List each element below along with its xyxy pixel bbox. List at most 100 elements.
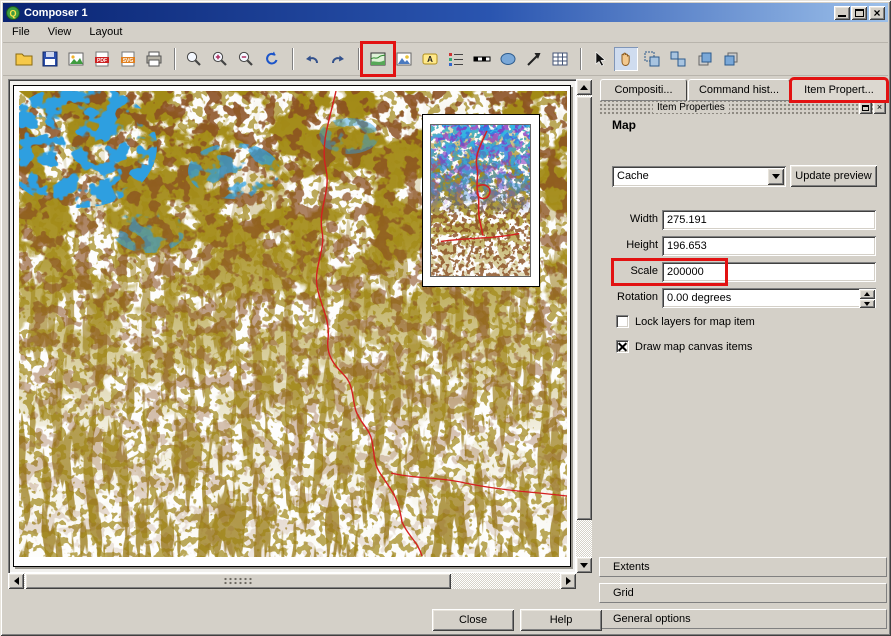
scale-input[interactable] [662, 262, 876, 282]
ungroup-items-button[interactable] [666, 47, 690, 71]
svg-text:PDF: PDF [97, 58, 107, 64]
ungroup-items-icon [669, 50, 687, 68]
draw-canvas-items-checkbox[interactable] [616, 340, 629, 353]
save-project-icon [41, 50, 59, 68]
tab-composition-label: Compositi... [614, 84, 672, 96]
scroll-left-button[interactable] [8, 573, 24, 589]
canvas-vertical-scrollbar[interactable] [576, 79, 592, 573]
tab-command-history[interactable]: Command hist... [688, 79, 790, 101]
overview-map-item[interactable] [422, 114, 540, 287]
composition-canvas[interactable] [8, 79, 576, 573]
add-image-button[interactable] [392, 47, 416, 71]
refresh-view-button[interactable] [260, 47, 284, 71]
export-as-image-icon [67, 50, 85, 68]
menu-view[interactable]: View [39, 23, 81, 41]
menu-layout[interactable]: Layout [80, 23, 131, 41]
save-project-button[interactable] [38, 47, 62, 71]
chevron-down-icon [772, 174, 780, 179]
svg-text:A: A [427, 55, 433, 64]
zoom-out-button[interactable] [234, 47, 258, 71]
add-legend-icon [447, 50, 465, 68]
height-input[interactable] [662, 236, 876, 256]
lock-layers-checkbox[interactable] [616, 315, 629, 328]
scroll-down-button[interactable] [576, 557, 592, 573]
print-icon [145, 50, 163, 68]
close-button-label: Close [459, 614, 487, 626]
rotation-input[interactable] [662, 288, 876, 308]
rotation-spin-down-button[interactable] [859, 299, 875, 308]
add-label-button[interactable]: A [418, 47, 442, 71]
vertical-scroll-thumb[interactable] [576, 96, 592, 520]
add-arrow-button[interactable] [522, 47, 546, 71]
toolbar-separator [292, 48, 294, 70]
dock-float-button[interactable] [859, 101, 872, 114]
move-item-content-button[interactable] [614, 47, 638, 71]
toolbar-separator [358, 48, 360, 70]
arrow-up-icon [580, 85, 588, 90]
toolbar: PDF SVG A [3, 43, 888, 76]
tab-composition[interactable]: Compositi... [600, 79, 687, 101]
window-title: Composer 1 [24, 7, 833, 19]
add-attribute-table-button[interactable] [548, 47, 572, 71]
add-basic-shape-icon [499, 50, 517, 68]
canvas-horizontal-scrollbar[interactable] [8, 573, 576, 589]
group-items-button[interactable] [640, 47, 664, 71]
group-items-icon [643, 50, 661, 68]
menu-file[interactable]: File [3, 23, 39, 41]
scroll-up-button[interactable] [576, 79, 592, 95]
raise-selected-items-button[interactable] [692, 47, 716, 71]
app-icon: Q [6, 6, 20, 20]
check-x-icon [618, 342, 627, 351]
undo-button[interactable] [300, 47, 324, 71]
section-extents[interactable]: Extents [599, 557, 887, 577]
minimize-button[interactable] [834, 6, 850, 20]
close-icon: × [873, 7, 880, 19]
scale-label: Scale [598, 265, 658, 277]
open-template-button[interactable] [12, 47, 36, 71]
section-grid[interactable]: Grid [599, 583, 887, 603]
tab-item-properties[interactable]: Item Propert... [791, 79, 887, 101]
dock-title: Item Properties [653, 102, 729, 113]
zoom-in-icon [211, 50, 229, 68]
tab-command-history-label: Command hist... [699, 84, 779, 96]
export-as-pdf-icon: PDF [93, 50, 111, 68]
export-as-pdf-button[interactable]: PDF [90, 47, 114, 71]
print-button[interactable] [142, 47, 166, 71]
export-as-image-button[interactable] [64, 47, 88, 71]
width-input[interactable] [662, 210, 876, 230]
dock-title-bar[interactable]: Item Properties × [598, 101, 888, 115]
lower-selected-items-button[interactable] [718, 47, 742, 71]
add-legend-button[interactable] [444, 47, 468, 71]
update-preview-button[interactable]: Update preview [790, 165, 877, 187]
help-button[interactable]: Help [520, 609, 602, 631]
horizontal-scroll-thumb[interactable] [25, 573, 451, 589]
select-move-item-button[interactable] [588, 47, 612, 71]
zoom-full-button[interactable] [182, 47, 206, 71]
minimize-icon [838, 15, 846, 17]
rotation-spin-up-button[interactable] [859, 289, 875, 299]
redo-button[interactable] [326, 47, 350, 71]
add-scalebar-button[interactable] [470, 47, 494, 71]
lock-layers-label: Lock layers for map item [635, 316, 755, 328]
zoom-full-icon [185, 50, 203, 68]
close-button[interactable]: Close [432, 609, 514, 631]
scroll-right-button[interactable] [560, 573, 576, 589]
title-bar[interactable]: Q Composer 1 × [3, 3, 888, 22]
maximize-button[interactable] [851, 6, 867, 20]
add-new-map-button[interactable] [366, 47, 390, 71]
export-as-svg-button[interactable]: SVG [116, 47, 140, 71]
combo-dropdown-button[interactable] [767, 168, 784, 185]
preview-mode-combo[interactable]: Cache [612, 166, 786, 187]
dock-close-button[interactable]: × [873, 101, 886, 114]
zoom-in-button[interactable] [208, 47, 232, 71]
overview-map-render [430, 124, 531, 277]
zoom-out-icon [237, 50, 255, 68]
composer-paper[interactable] [13, 85, 571, 567]
preview-mode-value: Cache [617, 170, 649, 182]
close-window-button[interactable]: × [869, 6, 885, 20]
tab-item-properties-label: Item Propert... [804, 84, 874, 96]
section-grid-label: Grid [613, 587, 634, 599]
select-move-item-icon [591, 50, 609, 68]
add-basic-shape-button[interactable] [496, 47, 520, 71]
section-general-options[interactable]: General options [599, 609, 887, 629]
